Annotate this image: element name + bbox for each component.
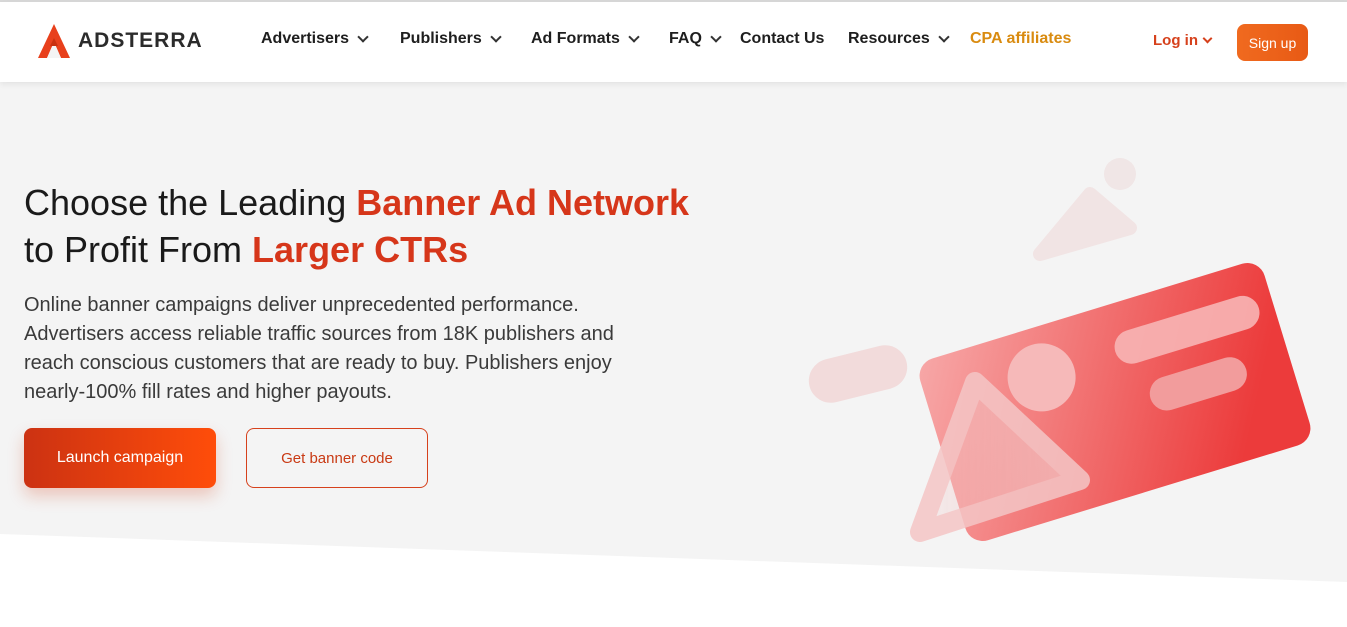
nav-resources[interactable]: Resources: [848, 30, 950, 48]
nav-advertisers[interactable]: Advertisers: [261, 30, 369, 48]
nav-contact-us[interactable]: Contact Us: [740, 30, 824, 48]
floating-triangle-top: [1033, 187, 1137, 261]
nav-label: Ad Formats: [531, 30, 620, 47]
launch-campaign-button[interactable]: Launch campaign: [24, 428, 216, 488]
nav-label: Contact Us: [740, 30, 825, 47]
floating-pill-left: [808, 345, 908, 403]
nav-publishers[interactable]: Publishers: [400, 30, 502, 48]
hero-description: Online banner campaigns deliver unpreced…: [24, 294, 614, 403]
hero-title-part1: Choose the Leading: [24, 182, 357, 223]
nav-label: Publishers: [400, 30, 482, 47]
nav-ad-formats[interactable]: Ad Formats: [531, 30, 640, 48]
hero-title: Choose the Leading Banner Ad Network to …: [24, 179, 744, 273]
nav-label: Advertisers: [261, 30, 350, 47]
nav-label: CPA affiliates: [970, 30, 1072, 47]
chevron-down-icon: [938, 30, 950, 43]
nav-faq[interactable]: FAQ: [669, 30, 722, 48]
nav-label: FAQ: [669, 30, 702, 47]
nav-cpa-affiliates[interactable]: CPA affiliates: [970, 30, 1071, 48]
chevron-down-icon: [628, 30, 640, 43]
logo[interactable]: ADSTERRA: [38, 24, 203, 58]
chevron-down-icon: [490, 30, 502, 43]
banner-ad-illustration: [808, 158, 1311, 542]
floating-circle-top: [1104, 158, 1136, 190]
nav-label: Resources: [848, 30, 930, 47]
login-link[interactable]: Log in: [1153, 32, 1213, 49]
hero-title-accent2: Larger CTRs: [252, 229, 469, 270]
hero-title-accent1: Banner Ad Network: [356, 182, 689, 223]
adsterra-logo-icon: [38, 24, 70, 58]
chevron-down-icon: [1202, 33, 1213, 44]
signup-button[interactable]: Sign up: [1237, 24, 1308, 61]
login-label: Log in: [1153, 32, 1198, 49]
site-header: ADSTERRA Advertisers Publishers Ad Forma…: [0, 2, 1347, 82]
chevron-down-icon: [710, 30, 722, 43]
hero-title-part2: to Profit From: [24, 229, 253, 270]
brand-name: ADSTERRA: [78, 29, 203, 52]
hero-section: Choose the Leading Banner Ad Network to …: [0, 82, 1347, 627]
get-banner-code-button[interactable]: Get banner code: [246, 428, 428, 488]
chevron-down-icon: [357, 30, 369, 43]
